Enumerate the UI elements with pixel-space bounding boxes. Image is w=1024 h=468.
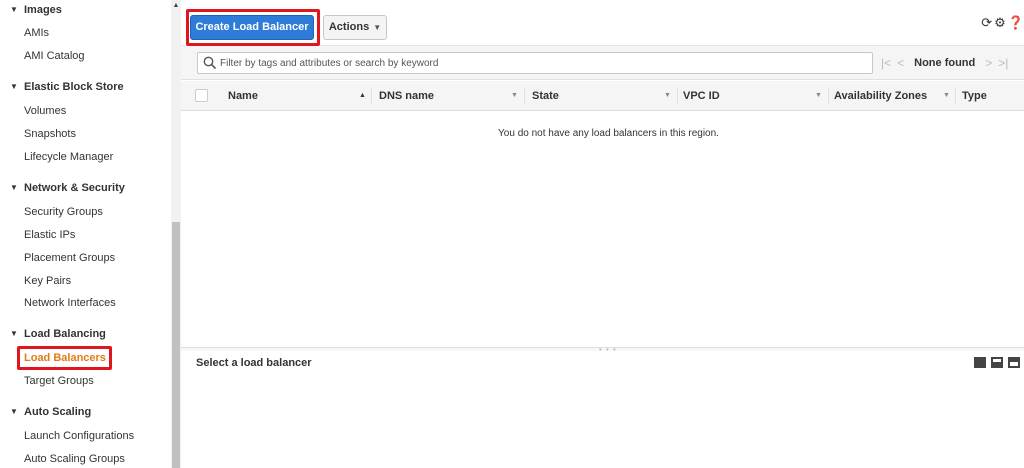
nav-section-images[interactable]: ▼ Images (10, 4, 62, 16)
nav-item-lifecycle-manager[interactable]: Lifecycle Manager (24, 151, 113, 163)
column-header-vpc-id[interactable]: VPC ID (683, 81, 720, 111)
search-icon (203, 56, 217, 70)
nav-item-key-pairs[interactable]: Key Pairs (24, 275, 71, 287)
column-header-name[interactable]: Name (228, 81, 258, 111)
details-pane-divider[interactable]: • • • (181, 346, 1024, 354)
caret-down-icon: ▼ (10, 407, 18, 416)
chevron-down-icon: ▼ (373, 23, 382, 32)
pager-status: None found (914, 57, 976, 69)
sort-icon[interactable]: ▼ (664, 81, 671, 111)
pane-collapse-icon[interactable] (1008, 357, 1020, 368)
sidebar: ▼ Images AMIs AMI Catalog ▼ Elastic Block … (0, 0, 171, 468)
column-separator (828, 88, 829, 104)
sidebar-scrollbar[interactable]: ▲ (171, 0, 181, 468)
toolbar-icons: ⟳ ⚙ ❓ (981, 15, 1024, 31)
main-panel: Create Load Balancer Actions▼ ⟳ ⚙ ❓ |< <… (181, 0, 1024, 468)
select-all-checkbox[interactable] (195, 89, 208, 102)
nav-item-auto-scaling-groups[interactable]: Auto Scaling Groups (24, 453, 125, 465)
first-page-icon[interactable]: |< (881, 56, 891, 70)
actions-dropdown-button[interactable]: Actions ▼ (323, 15, 387, 40)
refresh-icon[interactable]: ⟳ (981, 15, 992, 31)
caret-down-icon: ▼ (10, 82, 18, 91)
caret-down-icon: ▼ (10, 183, 18, 192)
nav-item-volumes[interactable]: Volumes (24, 105, 66, 117)
settings-icon[interactable]: ⚙ (994, 15, 1006, 31)
toolbar: Create Load Balancer Actions ▼ ⟳ ⚙ ❓ (181, 0, 1024, 46)
search-input[interactable] (220, 55, 860, 71)
sort-icon[interactable]: ▼ (511, 81, 518, 111)
last-page-icon[interactable]: >| (998, 56, 1008, 70)
nav-item-security-groups[interactable]: Security Groups (24, 206, 103, 218)
column-separator (524, 88, 525, 104)
column-separator (955, 88, 956, 104)
drag-handle-icon[interactable]: • • • (599, 346, 617, 354)
nav-item-load-balancers[interactable]: Load Balancers (24, 352, 106, 364)
prev-page-icon[interactable]: < (897, 56, 904, 70)
empty-table-message: You do not have any load balancers in th… (498, 128, 719, 139)
sort-icon[interactable]: ▼ (815, 81, 822, 111)
pane-layout-icons (974, 357, 1020, 368)
pane-split-icon[interactable] (991, 357, 1003, 368)
scrollbar-thumb[interactable] (172, 222, 180, 468)
column-header-availability-zones[interactable]: Availability Zones (834, 81, 927, 111)
pane-full-icon[interactable] (974, 357, 986, 368)
nav-item-placement-groups[interactable]: Placement Groups (24, 252, 115, 264)
caret-down-icon: ▼ (10, 5, 18, 14)
table-header: Name ▲ DNS name ▼ State ▼ VPC ID ▼ Avail… (181, 81, 1024, 111)
nav-item-amis[interactable]: AMIs (24, 27, 49, 39)
caret-down-icon: ▼ (10, 329, 18, 338)
nav-item-launch-configurations[interactable]: Launch Configurations (24, 430, 134, 442)
column-header-dns-name[interactable]: DNS name (379, 81, 434, 111)
sort-icon[interactable]: ▼ (943, 81, 950, 111)
nav-section-auto-scaling[interactable]: ▼ Auto Scaling (10, 406, 91, 418)
nav-section-network-security[interactable]: ▼ Network & Security (10, 182, 125, 194)
nav-item-ami-catalog[interactable]: AMI Catalog (24, 50, 85, 62)
nav-item-snapshots[interactable]: Snapshots (24, 128, 76, 140)
scroll-up-arrow-icon[interactable]: ▲ (171, 0, 181, 12)
details-pane-title: Select a load balancer (196, 357, 312, 369)
nav-section-load-balancing[interactable]: ▼ Load Balancing (10, 328, 106, 340)
help-icon[interactable]: ❓ (1008, 15, 1024, 31)
filter-bar: |< < None found > >| (181, 46, 1024, 80)
sort-asc-icon[interactable]: ▲ (359, 81, 366, 111)
nav-item-elastic-ips[interactable]: Elastic IPs (24, 229, 75, 241)
nav-section-elastic-block-store[interactable]: ▼ Elastic Block Store (10, 81, 124, 93)
nav-item-target-groups[interactable]: Target Groups (24, 375, 94, 387)
pagination: |< < None found > >| (881, 54, 1008, 72)
column-separator (677, 88, 678, 104)
next-page-icon[interactable]: > (985, 56, 992, 70)
column-header-type[interactable]: Type (962, 81, 987, 111)
column-separator (371, 88, 372, 104)
create-load-balancer-button[interactable]: Create Load Balancer (190, 15, 314, 40)
search-box[interactable] (197, 52, 873, 74)
nav-item-network-interfaces[interactable]: Network Interfaces (24, 297, 116, 309)
column-header-state[interactable]: State (532, 81, 559, 111)
